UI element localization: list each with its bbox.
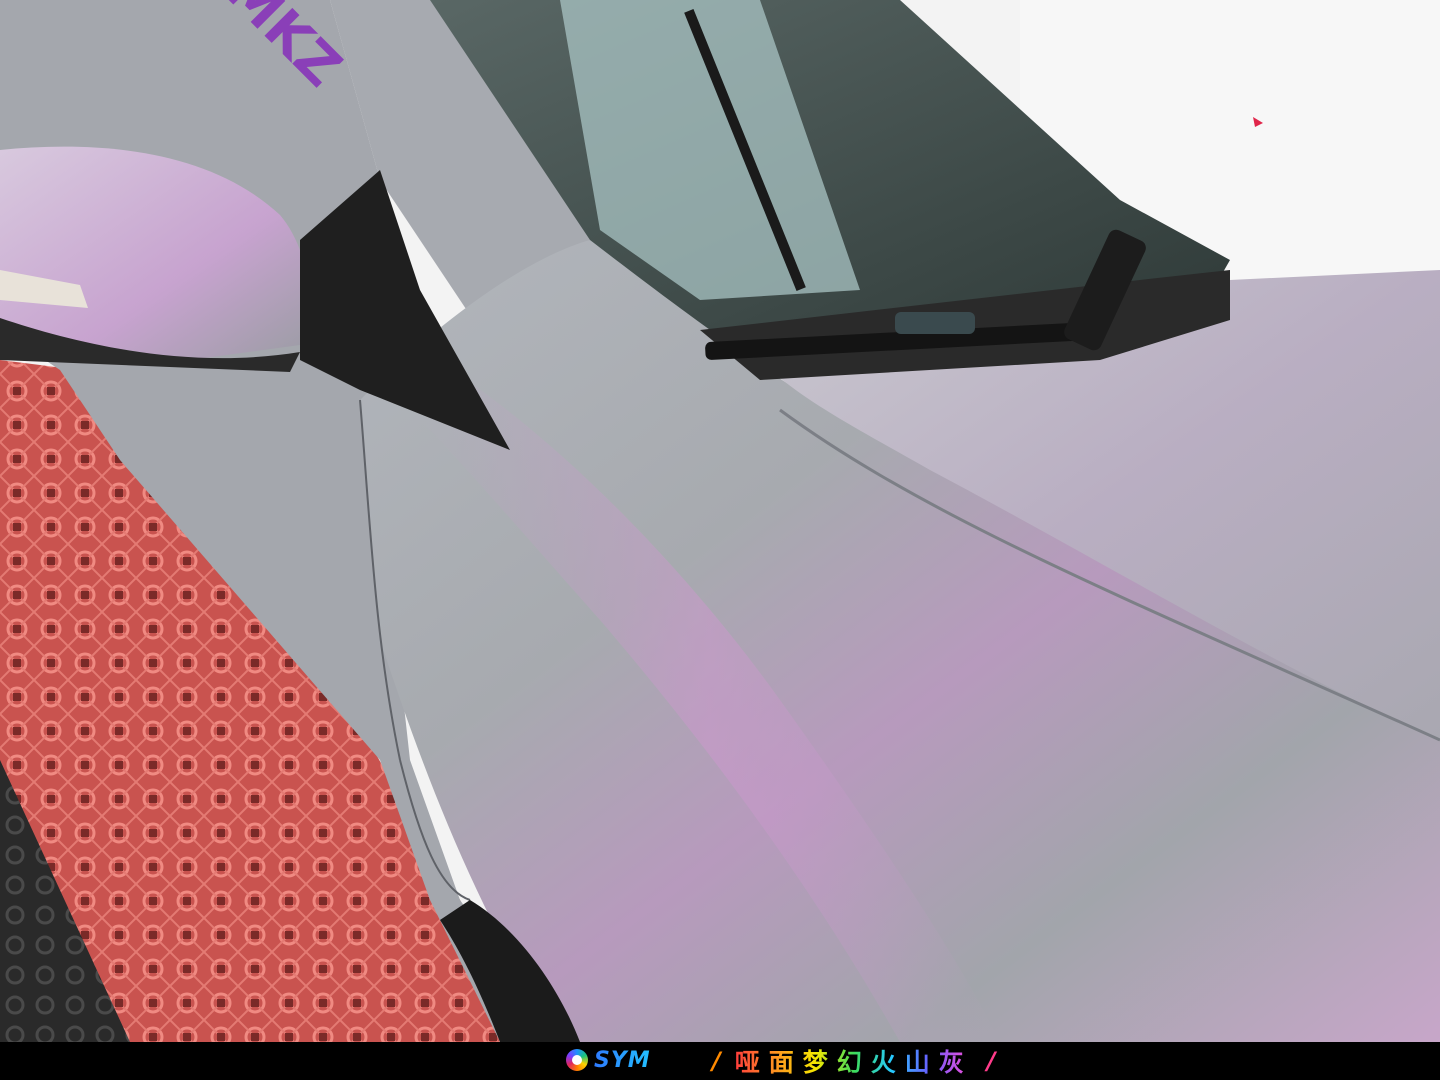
brand-logo: SYM — [566, 1045, 651, 1075]
left-slash-mark: / — [712, 1047, 721, 1075]
right-slash-mark: / — [986, 1047, 996, 1075]
brand-swirl-icon — [566, 1049, 588, 1071]
product-title: 哑面梦幻火山灰 — [735, 1043, 973, 1079]
brand-logo-text: SYM — [594, 1047, 651, 1073]
caption-title-group: / 哑面梦幻火山灰 / — [708, 1044, 1000, 1078]
vehicle-photo: MKZ — [0, 0, 1440, 1042]
